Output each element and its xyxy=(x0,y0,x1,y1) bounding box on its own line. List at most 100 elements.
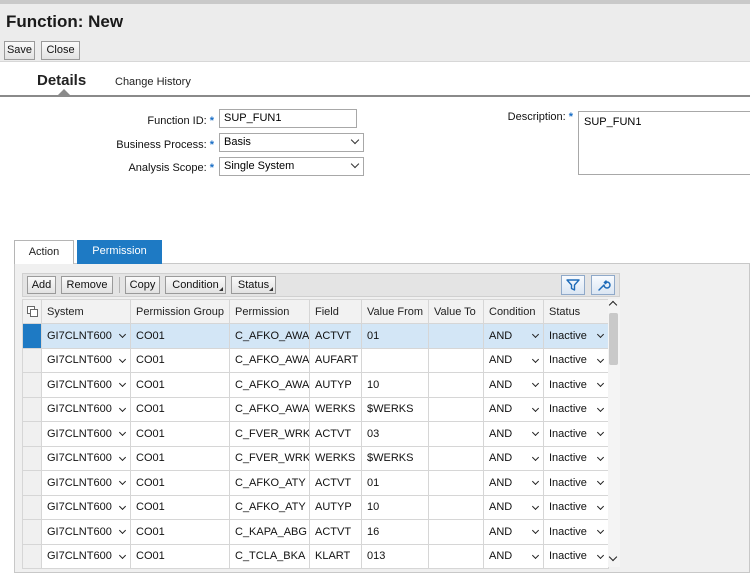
column-header-field[interactable]: Field xyxy=(309,299,362,324)
cell-value-to[interactable] xyxy=(428,372,484,398)
chevron-down-icon[interactable] xyxy=(531,453,540,461)
cell-permission-group[interactable]: CO01 xyxy=(130,519,230,545)
cell-value-from[interactable]: 10 xyxy=(361,494,429,520)
cell-system[interactable]: GI7CLNT600 xyxy=(41,372,131,398)
cell-permission-group[interactable]: CO01 xyxy=(130,543,230,569)
table-row[interactable]: GI7CLNT600 CO01 C_AFKO_AWA ACTVT 01 AND Inacti… xyxy=(22,323,609,349)
filter-button[interactable] xyxy=(561,275,585,295)
table-row[interactable]: GI7CLNT600 CO01 C_FVER_WRK WERKS $WERKS AND In… xyxy=(22,445,609,471)
chevron-down-icon[interactable] xyxy=(596,404,605,412)
cell-value-from[interactable]: 10 xyxy=(361,372,429,398)
cell-value-from[interactable]: 03 xyxy=(361,421,429,447)
cell-permission-group[interactable]: CO01 xyxy=(130,323,230,349)
cell-permission[interactable]: C_AFKO_AWA xyxy=(229,323,310,349)
cell-status[interactable]: Inactive xyxy=(543,494,609,520)
cell-system[interactable]: GI7CLNT600 xyxy=(41,323,131,349)
column-header-value-to[interactable]: Value To xyxy=(428,299,484,324)
description-textarea[interactable]: SUP_FUN1 xyxy=(578,111,750,175)
cell-field[interactable]: ACTVT xyxy=(309,421,362,447)
cell-system[interactable]: GI7CLNT600 xyxy=(41,421,131,447)
add-button[interactable]: Add xyxy=(27,276,56,294)
cell-value-to[interactable] xyxy=(428,494,484,520)
column-header-system[interactable]: System xyxy=(41,299,131,324)
cell-permission-group[interactable]: CO01 xyxy=(130,372,230,398)
cell-value-from[interactable]: 013 xyxy=(361,543,429,569)
chevron-down-icon[interactable] xyxy=(118,551,127,559)
chevron-down-icon[interactable] xyxy=(531,526,540,535)
cell-system[interactable]: GI7CLNT600 xyxy=(41,470,131,496)
row-selector[interactable] xyxy=(22,421,42,447)
cell-field[interactable]: AUFART xyxy=(309,347,362,373)
cell-system[interactable]: GI7CLNT600 xyxy=(41,543,131,569)
cell-value-to[interactable] xyxy=(428,543,484,569)
cell-condition[interactable]: AND xyxy=(483,323,544,349)
cell-condition[interactable]: AND xyxy=(483,519,544,545)
chevron-down-icon[interactable] xyxy=(596,551,605,559)
cell-permission[interactable]: C_TCLA_BKA xyxy=(229,543,310,569)
cell-condition[interactable]: AND xyxy=(483,494,544,520)
scrollbar-thumb[interactable] xyxy=(609,313,618,365)
tab-details[interactable]: Details xyxy=(37,72,86,89)
column-header-value-from[interactable]: Value From xyxy=(361,299,429,324)
table-row[interactable]: GI7CLNT600 CO01 C_FVER_WRK ACTVT 03 AND Inacti… xyxy=(22,421,609,447)
chevron-down-icon[interactable] xyxy=(118,453,127,461)
cell-permission-group[interactable]: CO01 xyxy=(130,470,230,496)
cell-value-to[interactable] xyxy=(428,421,484,447)
chevron-down-icon[interactable] xyxy=(596,453,605,461)
analysis-scope-select[interactable]: Single System xyxy=(219,157,364,176)
cell-status[interactable]: Inactive xyxy=(543,543,609,569)
chevron-down-icon[interactable] xyxy=(118,477,127,486)
chevron-down-icon[interactable] xyxy=(118,502,127,510)
cell-field[interactable]: AUTYP xyxy=(309,372,362,398)
cell-status[interactable]: Inactive xyxy=(543,470,609,496)
cell-permission[interactable]: C_AFKO_ATY xyxy=(229,494,310,520)
cell-permission[interactable]: C_FVER_WRK xyxy=(229,445,310,471)
remove-button[interactable]: Remove xyxy=(61,276,113,294)
column-header-condition[interactable]: Condition xyxy=(483,299,544,324)
table-row[interactable]: GI7CLNT600 CO01 C_TCLA_BKA KLART 013 AND Inact… xyxy=(22,543,609,569)
cell-status[interactable]: Inactive xyxy=(543,421,609,447)
chevron-down-icon[interactable] xyxy=(531,502,540,510)
table-row[interactable]: GI7CLNT600 CO01 C_AFKO_AWA WERKS $WERKS AND In… xyxy=(22,396,609,422)
table-row[interactable]: GI7CLNT600 CO01 C_AFKO_ATY ACTVT 01 AND Inacti… xyxy=(22,470,609,496)
cell-value-to[interactable] xyxy=(428,347,484,373)
chevron-down-icon[interactable] xyxy=(118,428,127,437)
cell-status[interactable]: Inactive xyxy=(543,445,609,471)
cell-status[interactable]: Inactive xyxy=(543,372,609,398)
cell-system[interactable]: GI7CLNT600 xyxy=(41,396,131,422)
column-header-status[interactable]: Status xyxy=(543,299,609,324)
cell-field[interactable]: ACTVT xyxy=(309,323,362,349)
cell-permission-group[interactable]: CO01 xyxy=(130,494,230,520)
cell-permission-group[interactable]: CO01 xyxy=(130,396,230,422)
cell-condition[interactable]: AND xyxy=(483,396,544,422)
chevron-down-icon[interactable] xyxy=(118,330,127,339)
column-header-permission[interactable]: Permission xyxy=(229,299,310,324)
chevron-down-icon[interactable] xyxy=(531,404,540,412)
cell-permission[interactable]: C_AFKO_AWA xyxy=(229,372,310,398)
chevron-down-icon[interactable] xyxy=(118,379,127,388)
chevron-down-icon[interactable] xyxy=(118,526,127,535)
row-selector[interactable] xyxy=(22,347,42,373)
chevron-down-icon[interactable] xyxy=(531,477,540,486)
row-selector[interactable] xyxy=(22,470,42,496)
tab-action[interactable]: Action xyxy=(14,240,74,264)
cell-condition[interactable]: AND xyxy=(483,543,544,569)
cell-permission[interactable]: C_KAPA_ABG xyxy=(229,519,310,545)
chevron-down-icon[interactable] xyxy=(531,355,540,363)
cell-system[interactable]: GI7CLNT600 xyxy=(41,494,131,520)
cell-permission-group[interactable]: CO01 xyxy=(130,347,230,373)
cell-value-to[interactable] xyxy=(428,396,484,422)
cell-field[interactable]: ACTVT xyxy=(309,470,362,496)
cell-permission-group[interactable]: CO01 xyxy=(130,421,230,447)
copy-button[interactable]: Copy xyxy=(125,276,160,294)
cell-condition[interactable]: AND xyxy=(483,347,544,373)
row-selector[interactable] xyxy=(22,494,42,520)
cell-field[interactable]: AUTYP xyxy=(309,494,362,520)
chevron-down-icon[interactable] xyxy=(596,428,605,437)
business-process-select[interactable]: Basis xyxy=(219,133,364,152)
cell-status[interactable]: Inactive xyxy=(543,396,609,422)
table-settings-cell[interactable] xyxy=(22,299,42,324)
chevron-down-icon[interactable] xyxy=(596,477,605,486)
cell-value-to[interactable] xyxy=(428,323,484,349)
cell-field[interactable]: WERKS xyxy=(309,396,362,422)
